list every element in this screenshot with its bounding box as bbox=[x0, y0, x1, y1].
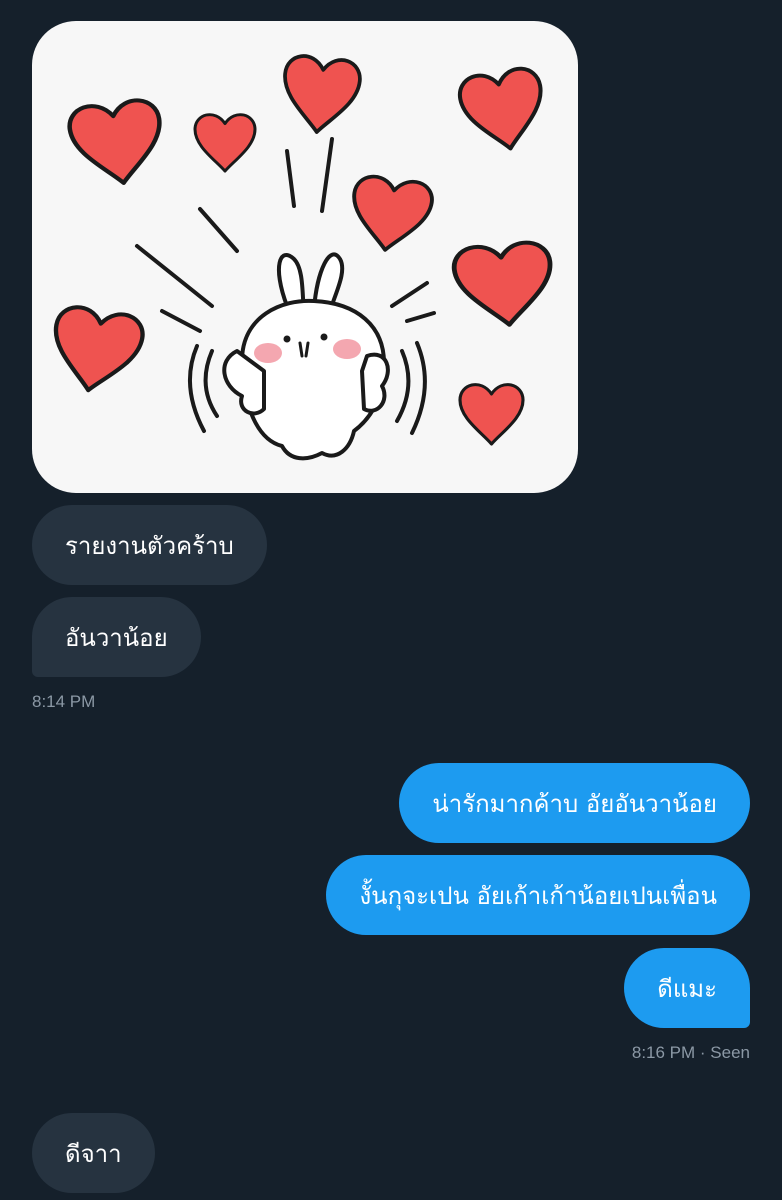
incoming-message-bubble[interactable]: ดีจาา bbox=[32, 1113, 155, 1193]
conversation-view: รายงานตัวคร้าบ อันวาน้อย 8:14 PM น่ารักม… bbox=[0, 0, 782, 1200]
message-text: รายงานตัวคร้าบ bbox=[65, 531, 234, 560]
message-text: ดีจาา bbox=[65, 1139, 122, 1168]
outgoing-message-bubble[interactable]: น่ารักมากค้าบ อัยอันวาน้อย bbox=[399, 763, 750, 843]
message-text: อันวาน้อย bbox=[65, 623, 168, 652]
bunny-with-hearts-sticker-icon bbox=[32, 52, 578, 461]
incoming-message-bubble[interactable]: รายงานตัวคร้าบ bbox=[32, 505, 267, 585]
message-text: น่ารักมากค้าบ อัยอันวาน้อย bbox=[432, 789, 717, 818]
message-status-timestamp: 8:16 PM · Seen bbox=[631, 1043, 750, 1062]
message-text: งั้นกุจะเปน อัยเก้าเก้าน้อยเปนเพื่อน bbox=[359, 881, 717, 910]
message-timestamp: 8:14 PM bbox=[32, 692, 96, 711]
outgoing-message-bubble[interactable]: งั้นกุจะเปน อัยเก้าเก้าน้อยเปนเพื่อน bbox=[326, 855, 750, 935]
message-text: ดีแมะ bbox=[657, 974, 717, 1003]
outgoing-message-bubble[interactable]: ดีแมะ bbox=[624, 948, 750, 1028]
incoming-message-bubble[interactable]: อันวาน้อย bbox=[32, 597, 201, 677]
sticker-message[interactable] bbox=[32, 21, 578, 493]
